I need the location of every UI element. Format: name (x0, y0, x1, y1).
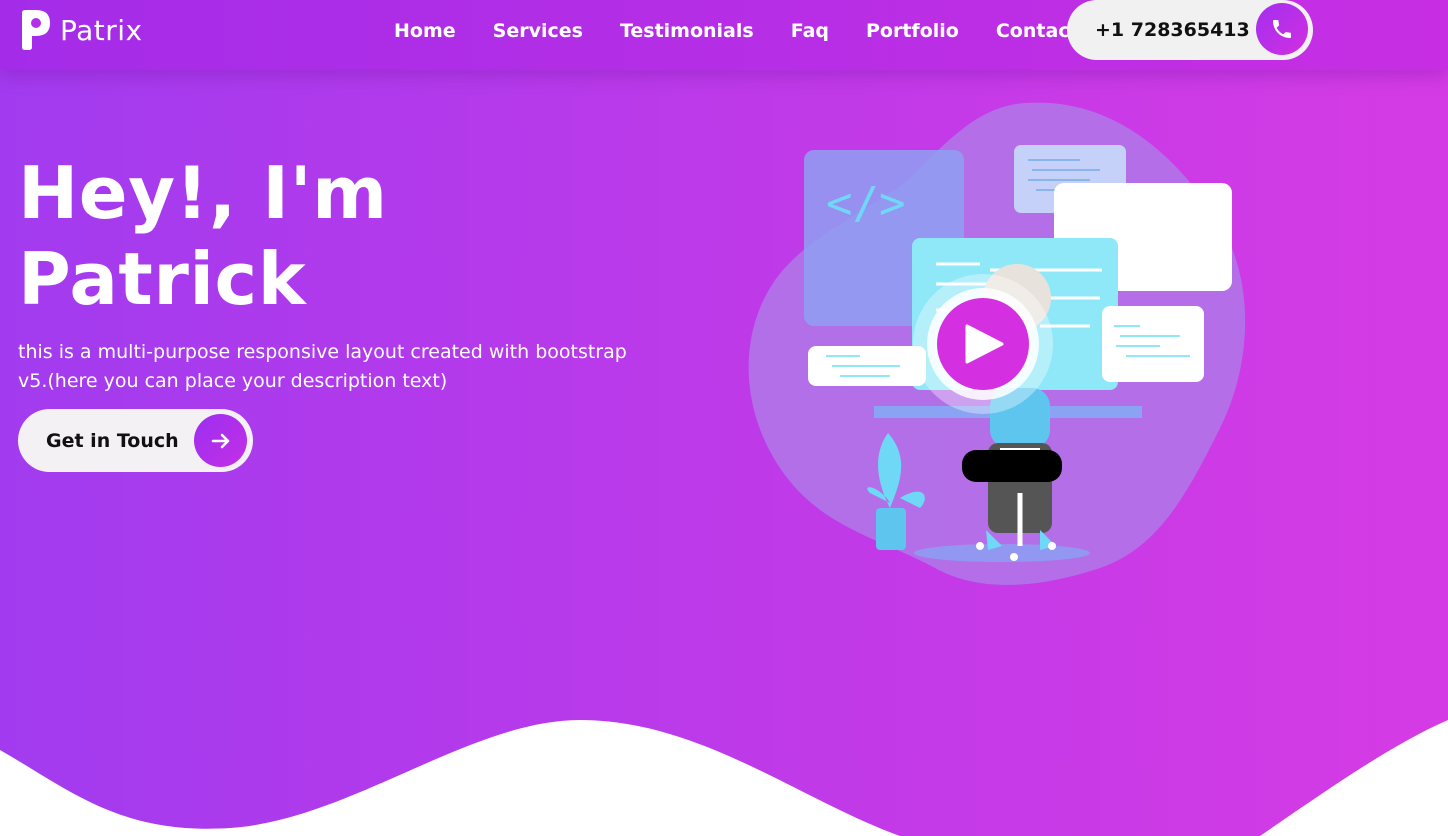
hero-title-line2: Patrick (18, 237, 307, 321)
nav-link-portfolio[interactable]: Portfolio (866, 20, 959, 42)
phone-pill[interactable]: +1 728365413 (1067, 0, 1313, 60)
phone-icon (1273, 20, 1291, 38)
cta-arrow-circle (194, 414, 247, 467)
navbar: Patrix Home Services Testimonials Faq Po… (0, 0, 1448, 70)
brand-name: Patrix (60, 13, 143, 47)
hero-title-line1: Hey!, I'm (18, 151, 388, 235)
small-code-card-right (1102, 306, 1204, 382)
plant-pot (876, 508, 906, 550)
nav-link-services[interactable]: Services (493, 20, 583, 42)
arrow-right-icon (211, 433, 229, 448)
get-in-touch-label: Get in Touch (46, 429, 179, 452)
phone-number: +1 728365413 (1095, 19, 1250, 41)
nav-link-home[interactable]: Home (394, 20, 456, 42)
code-symbol: </> (826, 178, 905, 229)
nav-link-faq[interactable]: Faq (791, 20, 829, 42)
bottom-wave (0, 720, 1448, 836)
developer-illustration: </> (748, 102, 1246, 585)
get-in-touch-button[interactable]: Get in Touch (18, 409, 253, 472)
nav-link-testimonials[interactable]: Testimonials (620, 20, 754, 42)
hero-title: Hey!, I'm Patrick (18, 150, 388, 322)
p-logo-icon (22, 10, 50, 50)
nav-links: Home Services Testimonials Faq Portfolio… (394, 0, 1116, 62)
phone-call-button[interactable] (1256, 3, 1308, 55)
brand[interactable]: Patrix (20, 9, 143, 51)
floor-shadow (914, 544, 1090, 562)
hero-description: this is a multi-purpose responsive layou… (18, 341, 627, 392)
